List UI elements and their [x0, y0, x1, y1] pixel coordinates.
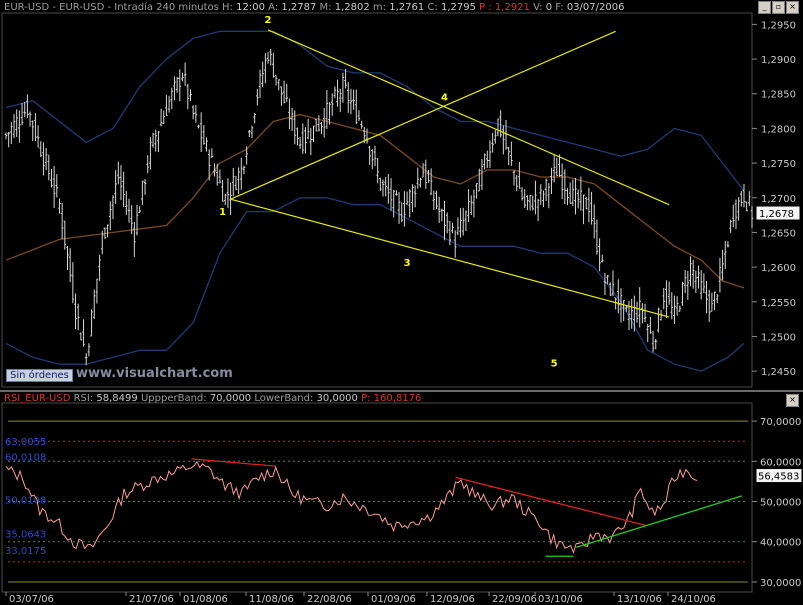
upper-band-value: 70,0000	[209, 393, 252, 404]
rsi-value: 58,8499	[96, 393, 138, 404]
moving-average-line	[5, 113, 745, 289]
volume-value: 0	[545, 2, 553, 13]
date-tick-label: 12/09/06	[430, 594, 475, 605]
rsi-label: RSI:	[73, 393, 94, 404]
date-tick-label: 13/10/06	[617, 594, 662, 605]
price-tick-label: 1,2500	[761, 332, 796, 343]
rsi-tick-label: 40,0000	[760, 538, 801, 549]
price-tick-label: 1,2450	[761, 367, 796, 378]
watermark: www.visualchart.com	[76, 366, 233, 381]
wave-label: 2	[265, 15, 272, 26]
high-label: M:	[319, 2, 332, 13]
p-label: P :	[479, 2, 492, 13]
window-buttons: _ ▫ ×	[758, 1, 799, 14]
rsi-tick-label: 70,0000	[760, 417, 801, 428]
date-tick-label: 24/10/06	[671, 594, 716, 605]
volume-label: V:	[533, 2, 543, 13]
date-label: F:	[555, 2, 564, 13]
lower-band-label: LowerBand:	[254, 393, 314, 404]
rsi-p-label: P:	[361, 393, 371, 404]
price-tick-label: 1,2600	[761, 263, 796, 274]
price-header: EUR-USD - EUR-USD - Intradía 240 minutos…	[4, 2, 624, 13]
channel-trendline	[267, 29, 670, 206]
upper-band-label: UppperBand:	[140, 393, 207, 404]
rsi-level-label: 33,0175	[5, 546, 46, 557]
h-value: 12:00	[236, 2, 265, 13]
rsi-level-label: 50,0108	[5, 496, 46, 507]
rsi-p-value: 160,8176	[373, 393, 422, 404]
rsi-tick-label: 60,0000	[760, 457, 801, 468]
price-tick-label: 1,2550	[761, 298, 796, 309]
date-tick-label: 22/09/06	[492, 594, 537, 605]
chart-stage: 1,2950 1,2900 1,2850 1,2800 1,2750 1,2700 1,26…	[0, 12, 803, 605]
date-tick-label: 03/10/06	[538, 594, 583, 605]
rsi-tick-label: 30,0000	[760, 578, 801, 589]
rsi-level-label: 60,0108	[5, 452, 46, 463]
rsi-trendline	[576, 495, 743, 548]
open-label: A:	[268, 2, 279, 13]
date-tick-label: 21/07/06	[129, 594, 174, 605]
date-tick-label: 11/08/06	[249, 594, 294, 605]
rsi-name: RSI_EUR-USD	[4, 393, 71, 404]
maximize-button[interactable]: ▫	[772, 1, 785, 14]
wave-label: 4	[441, 93, 448, 104]
orders-badge[interactable]: Sin órdenes	[6, 369, 73, 382]
price-tick-label: 1,2850	[761, 90, 796, 101]
rsi-level-label: 35,0643	[5, 530, 46, 541]
close-value: 1,2795	[440, 2, 476, 13]
rsi-line	[5, 460, 698, 554]
bollinger-lower-line	[5, 197, 745, 372]
channel-trendline	[230, 198, 670, 318]
last-price-label: 1,2678	[759, 209, 794, 220]
date-value: 03/07/2006	[566, 2, 625, 13]
date-tick-label: 01/08/06	[183, 594, 228, 605]
rsi-chart: 70,0000 60,0000 50,0000 40,0000 30,0000 63,00…	[1, 402, 803, 605]
price-tick-label: 1,2650	[761, 228, 796, 239]
p-value: 1,2921	[494, 2, 530, 13]
h-label: H:	[222, 2, 233, 13]
rsi-close-button[interactable]: ×	[786, 394, 799, 407]
close-button[interactable]: ×	[786, 1, 799, 14]
price-tick-label: 1,2900	[761, 55, 796, 66]
high-value: 1,2802	[334, 2, 370, 13]
price-tick-label: 1,2750	[761, 159, 796, 170]
lower-band-value: 30,0000	[316, 393, 358, 404]
rsi-frame	[1, 402, 753, 593]
wave-label: 1	[219, 207, 226, 218]
rsi-header: RSI_EUR-USD RSI: 58,8499 UppperBand: 70,…	[4, 393, 421, 404]
symbol-title: EUR-USD - EUR-USD - Intradía 240 minutos	[4, 2, 219, 13]
close-label: C:	[427, 2, 438, 13]
rsi-level-label: 63,0055	[5, 437, 46, 448]
bollinger-upper-line	[5, 30, 745, 192]
price-frame	[1, 12, 753, 388]
low-label: m:	[372, 2, 387, 13]
date-tick-label: 01/09/06	[371, 594, 416, 605]
date-tick-label: 22/08/06	[307, 594, 352, 605]
wave-label: 3	[404, 258, 411, 269]
last-rsi-label: 56,4583	[758, 472, 799, 483]
price-tick-label: 1,2700	[761, 194, 796, 205]
rsi-tick-label: 50,0000	[760, 498, 801, 509]
minimize-button[interactable]: _	[758, 1, 771, 14]
open-value: 1,2787	[281, 2, 317, 13]
price-tick-label: 1,2950	[761, 20, 796, 31]
wave-label: 5	[551, 358, 558, 369]
low-value: 1,2761	[389, 2, 425, 13]
price-chart: 1,2950 1,2900 1,2850 1,2800 1,2750 1,2700 1,26…	[0, 12, 803, 392]
date-tick-label: 03/07/06	[9, 594, 54, 605]
price-tick-label: 1,2800	[761, 124, 796, 135]
